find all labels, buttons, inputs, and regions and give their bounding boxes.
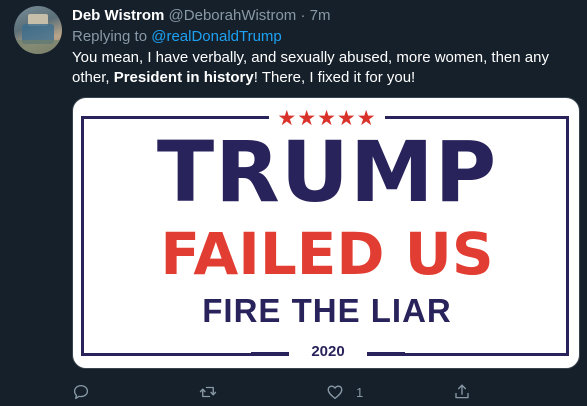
tweet-text-line-1: You mean, I have verbally, and sexually … bbox=[72, 49, 549, 66]
avatar-detail-bottom bbox=[14, 40, 62, 54]
tweet-header: Deb Wistrom @DeborahWistrom · 7m bbox=[72, 6, 580, 26]
sign-year-rule-left bbox=[251, 352, 291, 354]
like-icon bbox=[326, 383, 344, 401]
like-button[interactable]: 1 bbox=[326, 381, 363, 403]
author-display-name[interactable]: Deb Wistrom bbox=[72, 7, 164, 24]
header-separator: · bbox=[300, 7, 306, 24]
replying-to: Replying to @realDonaldTrump bbox=[72, 27, 580, 47]
author-handle[interactable]: @DeborahWistrom bbox=[169, 7, 297, 24]
tweet-text-segment: other, bbox=[72, 69, 114, 86]
tweet-actions: 1 bbox=[72, 381, 580, 403]
sign-line-trump: TRUMP bbox=[156, 123, 498, 221]
tweet[interactable]: Deb Wistrom @DeborahWistrom · 7m Replyin… bbox=[0, 0, 587, 406]
share-button[interactable] bbox=[453, 381, 483, 403]
reply-icon bbox=[72, 383, 90, 401]
tweet-text-bold: President in history bbox=[113, 69, 254, 86]
tweet-timestamp[interactable]: 7m bbox=[310, 7, 331, 24]
tweet-content: Deb Wistrom @DeborahWistrom · 7m Replyin… bbox=[72, 6, 580, 88]
tweet-text-line-2: other, President in history! There, I fi… bbox=[72, 68, 580, 88]
share-icon bbox=[453, 383, 471, 401]
sign-line-failed: FAILED US bbox=[160, 220, 494, 288]
tweet-text: You mean, I have verbally, and sexually … bbox=[72, 48, 580, 88]
avatar[interactable] bbox=[14, 6, 62, 54]
replying-to-label: Replying to bbox=[72, 28, 148, 45]
retweet-button[interactable] bbox=[199, 381, 229, 403]
retweet-icon bbox=[199, 383, 217, 401]
tweet-media-image[interactable]: ★★★★★ TRUMP FAILED US FIRE THE LIAR 2020 bbox=[72, 97, 580, 369]
replying-to-mention[interactable]: @realDonaldTrump bbox=[151, 28, 282, 45]
tweet-text-segment-end: ! There, I fixed it for you! bbox=[253, 69, 416, 86]
sign-year: 2020 bbox=[289, 342, 367, 362]
sign-line-fire: FIRE THE LIAR bbox=[202, 292, 452, 329]
like-count: 1 bbox=[356, 384, 364, 400]
reply-button[interactable] bbox=[72, 381, 102, 403]
sign-year-rule-right bbox=[365, 352, 405, 354]
